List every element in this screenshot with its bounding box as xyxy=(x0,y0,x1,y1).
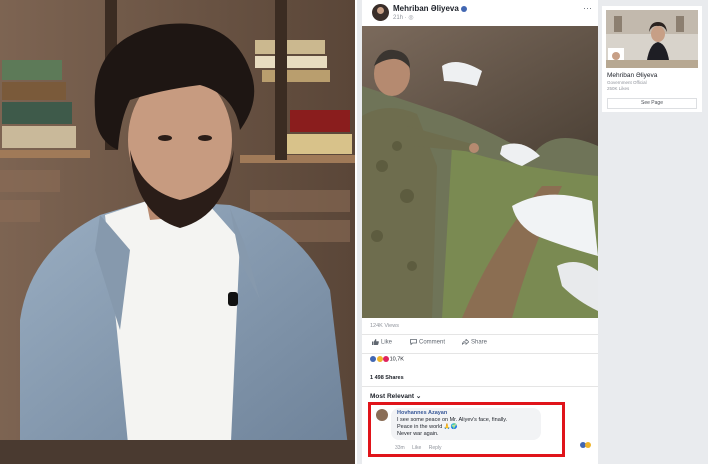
comment-filter-label: Most Relevant xyxy=(370,393,415,400)
facebook-screenshot: Mehriban Əliyeva 21h · ◎ ··· 124K Views … xyxy=(357,0,708,464)
portrait-illustration xyxy=(0,0,355,464)
comment-author[interactable]: Hovhannes Azayan xyxy=(397,410,535,417)
action-bar: Like Comment Share xyxy=(362,334,598,354)
page-avatar[interactable] xyxy=(372,4,389,21)
like-label: Like xyxy=(381,339,393,346)
verified-badge-icon xyxy=(460,5,467,12)
share-label: Share xyxy=(471,339,488,346)
divider xyxy=(362,386,598,387)
comment-icon xyxy=(410,339,417,346)
page-cover-photo[interactable] xyxy=(606,10,698,68)
commenter-avatar[interactable] xyxy=(376,409,388,421)
see-page-button[interactable]: See Page xyxy=(607,98,697,109)
view-count: 124K Views xyxy=(370,323,399,329)
highlighted-comment: Hovhannes Azayan I see some peace on Mr.… xyxy=(368,402,565,457)
globe-icon: ◎ xyxy=(408,15,414,21)
comment-reactions[interactable] xyxy=(580,442,591,448)
share-icon xyxy=(461,338,470,346)
chevron-down-icon: ⌄ xyxy=(415,393,422,400)
sidebar-category: Government Official 250K Likes xyxy=(607,80,647,91)
page-category: Government Official xyxy=(607,80,647,85)
haha-reaction-icon xyxy=(585,442,591,448)
comment-line: Never war again. xyxy=(397,431,439,437)
comment-footer: 33m Like Reply xyxy=(395,445,448,451)
haha-reaction-icon xyxy=(376,356,383,362)
facebook-post: Mehriban Əliyeva 21h · ◎ ··· 124K Views … xyxy=(362,0,598,464)
comment-reply-link[interactable]: Reply xyxy=(429,445,442,451)
reaction-count: 10,7K xyxy=(389,356,404,363)
post-meta: 21h · ◎ xyxy=(393,14,414,21)
share-count[interactable]: 1 498 Shares xyxy=(370,375,404,381)
like-button[interactable]: Like xyxy=(372,339,392,346)
comment-label: Comment xyxy=(419,339,446,346)
comment-time[interactable]: 33m xyxy=(395,445,405,451)
cover-illustration xyxy=(606,10,698,68)
video-frame xyxy=(362,26,598,318)
comment-button[interactable]: Comment xyxy=(410,339,445,346)
post-header: Mehriban Əliyeva 21h · ◎ ··· xyxy=(362,0,598,26)
comment-filter-dropdown[interactable]: Most Relevant ⌄ xyxy=(370,392,421,400)
comment-line: Peace in the world 🙏🌍 xyxy=(397,424,458,430)
page-name[interactable]: Mehriban Əliyeva xyxy=(393,4,459,13)
share-button[interactable]: Share xyxy=(461,338,488,346)
post-video[interactable] xyxy=(362,26,598,318)
like-icon xyxy=(372,339,379,345)
comment-like-link[interactable]: Like xyxy=(412,445,421,451)
reaction-summary[interactable]: 10,7K xyxy=(370,356,404,362)
comment-bubble: Hovhannes Azayan I see some peace on Mr.… xyxy=(391,408,541,440)
page-sidebar-card: Mehriban Əliyeva Government Official 250… xyxy=(602,6,702,112)
love-reaction-icon xyxy=(383,356,390,362)
more-dots-icon[interactable]: ··· xyxy=(583,3,592,13)
post-time[interactable]: 21h · xyxy=(393,15,408,21)
page-likes: 250K Likes xyxy=(607,85,630,91)
comment-line: I see some peace on Mr. Aliyev's face, f… xyxy=(397,417,508,423)
like-reaction-icon xyxy=(370,356,376,362)
page-name-link[interactable]: Mehriban Əliyeva xyxy=(393,4,467,13)
portrait-photo xyxy=(0,0,355,464)
sidebar-page-name[interactable]: Mehriban Əliyeva xyxy=(607,72,657,79)
